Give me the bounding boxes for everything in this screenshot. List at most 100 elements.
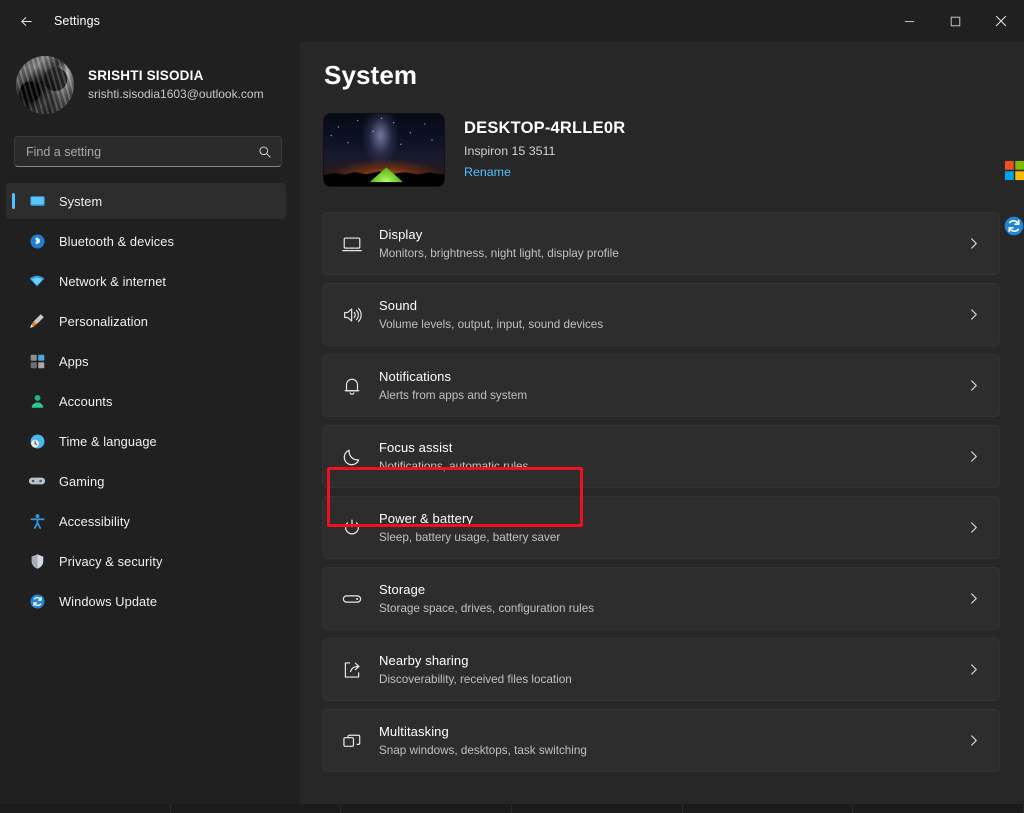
device-name: DESKTOP-4RLLE0R	[464, 117, 625, 139]
bluetooth-icon	[28, 232, 46, 250]
back-arrow-icon	[19, 14, 34, 29]
sidebar: SRISHTI SISODIA srishti.sisodia1603@outl…	[0, 42, 300, 813]
back-button[interactable]	[6, 5, 46, 37]
settings-item-sound[interactable]: Sound Volume levels, output, input, soun…	[322, 283, 1000, 346]
sidebar-nav: System Bluetooth & devices	[0, 183, 300, 619]
close-button[interactable]	[978, 0, 1024, 42]
minimize-icon	[904, 16, 915, 27]
clock-globe-icon	[28, 432, 46, 450]
sidebar-item-personalization[interactable]: Personalization	[6, 303, 286, 339]
main-content: System DESKTOP-4RLLE0R Inspiron 15 3511 …	[300, 42, 1024, 813]
search-input[interactable]	[26, 145, 249, 159]
sidebar-item-gaming[interactable]: Gaming	[6, 463, 286, 499]
settings-item-subtitle: Sleep, battery usage, battery saver	[379, 529, 963, 546]
desktop-wallpaper-thumbnail	[324, 114, 444, 186]
windows-update-card[interactable]: Windows Update Last checked: 1 hour ago	[1000, 210, 1024, 250]
settings-item-display[interactable]: Display Monitors, brightness, night ligh…	[322, 212, 1000, 275]
settings-item-subtitle: Alerts from apps and system	[379, 387, 963, 404]
device-model: Inspiron 15 3511	[464, 142, 625, 161]
search-box[interactable]	[14, 136, 282, 167]
sidebar-item-label: Accounts	[59, 394, 112, 409]
sidebar-item-label: Gaming	[59, 474, 104, 489]
sidebar-item-time-language[interactable]: Time & language	[6, 423, 286, 459]
sidebar-item-label: Accessibility	[59, 514, 130, 529]
settings-item-notifications[interactable]: Notifications Alerts from apps and syste…	[322, 354, 1000, 417]
chevron-right-icon	[963, 734, 983, 747]
sidebar-item-network-internet[interactable]: Network & internet	[6, 263, 286, 299]
chevron-right-icon	[963, 663, 983, 676]
settings-item-multitasking[interactable]: Multitasking Snap windows, desktops, tas…	[322, 709, 1000, 772]
microsoft-365-card[interactable]: Microsoft 365 View benefits	[1000, 154, 1024, 194]
page-title: System	[324, 58, 1000, 92]
accessibility-icon	[28, 512, 46, 530]
sidebar-item-label: Privacy & security	[59, 554, 163, 569]
avatar	[16, 56, 74, 114]
account-name: SRISHTI SISODIA	[88, 67, 264, 85]
quick-links: Microsoft 365 View benefits OneDr	[1000, 154, 1024, 250]
sidebar-item-accessibility[interactable]: Accessibility	[6, 503, 286, 539]
settings-item-subtitle: Storage space, drives, configuration rul…	[379, 600, 963, 617]
chevron-right-icon	[963, 592, 983, 605]
share-icon	[335, 659, 369, 681]
multitasking-icon	[335, 730, 369, 752]
sidebar-item-accounts[interactable]: Accounts	[6, 383, 286, 419]
sidebar-item-system[interactable]: System	[6, 183, 286, 219]
settings-item-title: Storage	[379, 580, 963, 599]
settings-item-subtitle: Notifications, automatic rules	[379, 458, 963, 475]
settings-item-title: Multitasking	[379, 722, 963, 741]
settings-item-title: Power & battery	[379, 509, 963, 528]
sidebar-item-label: Personalization	[59, 314, 148, 329]
apps-grid-icon	[28, 352, 46, 370]
minimize-button[interactable]	[886, 0, 932, 42]
account-person-icon	[28, 392, 46, 410]
account-card[interactable]: SRISHTI SISODIA srishti.sisodia1603@outl…	[0, 42, 300, 122]
settings-list: Display Monitors, brightness, night ligh…	[322, 212, 1000, 772]
search-wrapper	[0, 122, 300, 167]
account-email: srishti.sisodia1603@outlook.com	[88, 86, 264, 103]
desktop-edge-strip	[0, 804, 1024, 813]
settings-item-subtitle: Discoverability, received files location	[379, 671, 963, 688]
close-icon	[995, 15, 1007, 27]
chevron-right-icon	[963, 308, 983, 321]
storage-drive-icon	[335, 588, 369, 610]
settings-item-focus-assist[interactable]: Focus assist Notifications, automatic ru…	[322, 425, 1000, 488]
windows-update-icon	[28, 592, 46, 610]
crescent-moon-icon	[335, 446, 369, 468]
window-title: Settings	[54, 14, 100, 28]
settings-item-title: Display	[379, 225, 963, 244]
settings-item-title: Notifications	[379, 367, 963, 386]
sidebar-item-apps[interactable]: Apps	[6, 343, 286, 379]
windows-update-icon	[1002, 214, 1024, 238]
search-icon[interactable]	[258, 145, 272, 159]
window-controls	[886, 0, 1024, 42]
sidebar-item-windows-update[interactable]: Windows Update	[6, 583, 286, 619]
bell-icon	[335, 375, 369, 397]
settings-item-subtitle: Snap windows, desktops, task switching	[379, 742, 963, 759]
settings-item-nearby-sharing[interactable]: Nearby sharing Discoverability, received…	[322, 638, 1000, 701]
wifi-icon	[28, 272, 46, 290]
shield-icon	[28, 552, 46, 570]
system-monitor-icon	[28, 192, 46, 210]
microsoft-365-icon	[1002, 158, 1024, 182]
rename-link[interactable]: Rename	[464, 163, 511, 182]
sidebar-item-label: Bluetooth & devices	[59, 234, 174, 249]
chevron-right-icon	[963, 521, 983, 534]
settings-item-title: Nearby sharing	[379, 651, 963, 670]
settings-item-storage[interactable]: Storage Storage space, drives, configura…	[322, 567, 1000, 630]
sidebar-item-privacy-security[interactable]: Privacy & security	[6, 543, 286, 579]
sidebar-item-label: Windows Update	[59, 594, 157, 609]
sidebar-item-label: Network & internet	[59, 274, 166, 289]
settings-item-title: Focus assist	[379, 438, 963, 457]
paintbrush-icon	[28, 312, 46, 330]
maximize-button[interactable]	[932, 0, 978, 42]
window-body: SRISHTI SISODIA srishti.sisodia1603@outl…	[0, 42, 1024, 813]
sidebar-item-bluetooth-devices[interactable]: Bluetooth & devices	[6, 223, 286, 259]
sidebar-item-label: Apps	[59, 354, 89, 369]
settings-item-title: Sound	[379, 296, 963, 315]
chevron-right-icon	[963, 379, 983, 392]
settings-item-subtitle: Monitors, brightness, night light, displ…	[379, 245, 963, 262]
gamepad-icon	[28, 472, 46, 490]
settings-item-power-battery[interactable]: Power & battery Sleep, battery usage, ba…	[322, 496, 1000, 559]
device-summary: DESKTOP-4RLLE0R Inspiron 15 3511 Rename	[322, 114, 1000, 186]
chevron-right-icon	[963, 450, 983, 463]
